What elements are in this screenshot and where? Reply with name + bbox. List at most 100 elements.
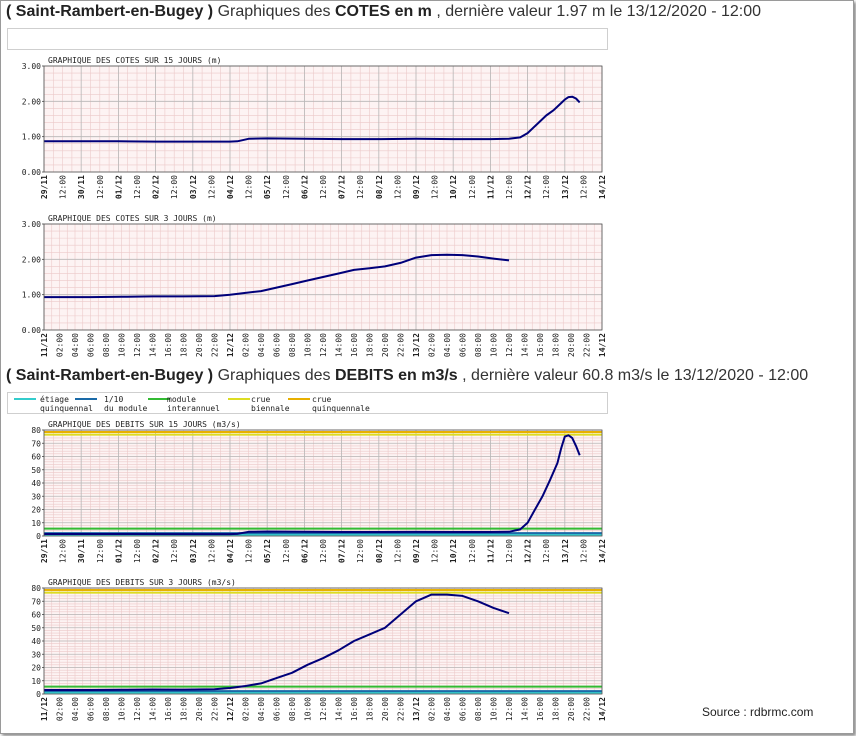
x-tick-label: 22:00: [211, 333, 220, 357]
legend-swatch-dixieme: [75, 398, 97, 400]
x-tick-label: 12:00: [96, 539, 105, 563]
x-tick-label: 09/12: [412, 539, 421, 563]
x-tick-label: 12:00: [207, 539, 216, 563]
x-tick-label: 06:00: [87, 333, 96, 357]
x-tick-label: 12:00: [133, 697, 142, 721]
y-tick-label: 3.00: [22, 220, 41, 229]
x-tick-label: 12:00: [356, 175, 365, 199]
legend-swatch-biennale: [228, 398, 250, 400]
x-tick-label: 04/12: [226, 175, 235, 199]
legend-dixieme-line2: du module: [104, 404, 148, 413]
x-tick-label: 20:00: [381, 333, 390, 357]
x-tick-label: 20:00: [195, 697, 204, 721]
x-tick-label: 12/12: [226, 333, 235, 357]
x-tick-label: 12:00: [579, 539, 588, 563]
x-tick-label: 12/12: [524, 175, 533, 199]
x-tick-label: 04:00: [71, 333, 80, 357]
x-tick-label: 18:00: [180, 333, 189, 357]
x-tick-label: 08:00: [288, 697, 297, 721]
x-tick-label: 12/12: [524, 539, 533, 563]
legend-swatch-quinquennale: [288, 398, 310, 400]
x-tick-label: 10:00: [490, 697, 499, 721]
x-tick-label: 12:00: [468, 175, 477, 199]
x-tick-label: 02:00: [428, 333, 437, 357]
x-tick-label: 12:00: [542, 175, 551, 199]
x-tick-label: 13/12: [412, 333, 421, 357]
cotes-heading-pre: Graphiques des: [217, 3, 331, 20]
x-tick-label: 29/11: [40, 539, 49, 563]
x-tick-label: 12:00: [505, 539, 514, 563]
x-tick-label: 01/12: [114, 175, 123, 199]
x-tick-label: 12:00: [319, 333, 328, 357]
debits-heading-post: , dernière valeur 60.8 m3/s le 13/12/202…: [462, 367, 809, 384]
x-tick-label: 16:00: [164, 697, 173, 721]
x-tick-label: 10:00: [118, 697, 127, 721]
threshold-legend: étiage quinquennal 1/10 du module module in…: [7, 392, 608, 414]
x-tick-label: 20:00: [567, 697, 576, 721]
x-tick-label: 12:00: [505, 697, 514, 721]
x-tick-label: 08/12: [375, 175, 384, 199]
x-tick-label: 20:00: [381, 697, 390, 721]
x-tick-label: 11/12: [486, 175, 495, 199]
x-tick-label: 18:00: [180, 697, 189, 721]
x-tick-label: 07/12: [338, 539, 347, 563]
x-tick-label: 10:00: [304, 697, 313, 721]
x-tick-label: 02/12: [152, 539, 161, 563]
x-tick-label: 06/12: [300, 175, 309, 199]
x-tick-label: 14:00: [149, 333, 158, 357]
y-tick-label: 0.00: [22, 326, 41, 335]
legend-swatch-etiage: [14, 398, 36, 400]
y-tick-label: 40: [31, 479, 41, 488]
y-tick-label: 20: [31, 664, 41, 673]
y-tick-label: 30: [31, 650, 41, 659]
x-tick-label: 05/12: [263, 539, 272, 563]
x-tick-label: 14:00: [521, 697, 530, 721]
x-tick-label: 12:00: [505, 333, 514, 357]
x-tick-label: 13/12: [561, 539, 570, 563]
x-tick-label: 12:00: [542, 539, 551, 563]
x-tick-label: 14:00: [335, 697, 344, 721]
cotes-heading-bold: COTES en m: [335, 3, 432, 20]
x-tick-label: 12:00: [245, 539, 254, 563]
x-tick-label: 10/12: [449, 539, 458, 563]
x-tick-label: 04:00: [257, 697, 266, 721]
x-tick-label: 10:00: [490, 333, 499, 357]
x-tick-label: 03/12: [189, 175, 198, 199]
x-tick-label: 14/12: [598, 539, 607, 563]
y-tick-label: 20: [31, 506, 41, 515]
x-tick-label: 14/12: [598, 175, 607, 199]
x-tick-label: 12:00: [319, 175, 328, 199]
y-tick-label: 10: [31, 677, 41, 686]
x-tick-label: 02:00: [56, 697, 65, 721]
legend-etiage-line2: quinquennal: [40, 404, 93, 413]
y-tick-label: 30: [31, 492, 41, 501]
y-tick-label: 1.00: [22, 291, 41, 300]
cotes-heading-post: , dernière valeur 1.97 m le 13/12/2020 -…: [436, 3, 762, 20]
x-tick-label: 04:00: [443, 333, 452, 357]
x-tick-label: 08:00: [102, 697, 111, 721]
x-tick-label: 06:00: [459, 333, 468, 357]
y-tick-label: 70: [31, 597, 41, 606]
x-tick-label: 12:00: [356, 539, 365, 563]
x-tick-label: 14:00: [521, 333, 530, 357]
legend-item-quinquennale: crue quinquennale: [312, 395, 370, 413]
legend-etiage-line1: étiage: [40, 395, 69, 404]
legend-item-module: module interannuel: [167, 395, 220, 413]
x-tick-label: 13/12: [561, 175, 570, 199]
x-tick-label: 08/12: [375, 539, 384, 563]
x-tick-label: 04:00: [443, 697, 452, 721]
x-tick-label: 06:00: [273, 697, 282, 721]
x-tick-label: 02/12: [152, 175, 161, 199]
y-tick-label: 80: [31, 584, 41, 593]
x-tick-label: 06:00: [459, 697, 468, 721]
x-tick-label: 11/12: [486, 539, 495, 563]
y-tick-label: 10: [31, 519, 41, 528]
x-tick-label: 22:00: [397, 697, 406, 721]
y-tick-label: 40: [31, 637, 41, 646]
debits-heading-pre: Graphiques des: [217, 367, 331, 384]
x-tick-label: 12:00: [393, 175, 402, 199]
y-tick-label: 3.00: [22, 62, 41, 71]
x-tick-label: 08:00: [102, 333, 111, 357]
chart-title: GRAPHIQUE DES COTES SUR 3 JOURS (m): [48, 214, 217, 223]
x-tick-label: 22:00: [211, 697, 220, 721]
